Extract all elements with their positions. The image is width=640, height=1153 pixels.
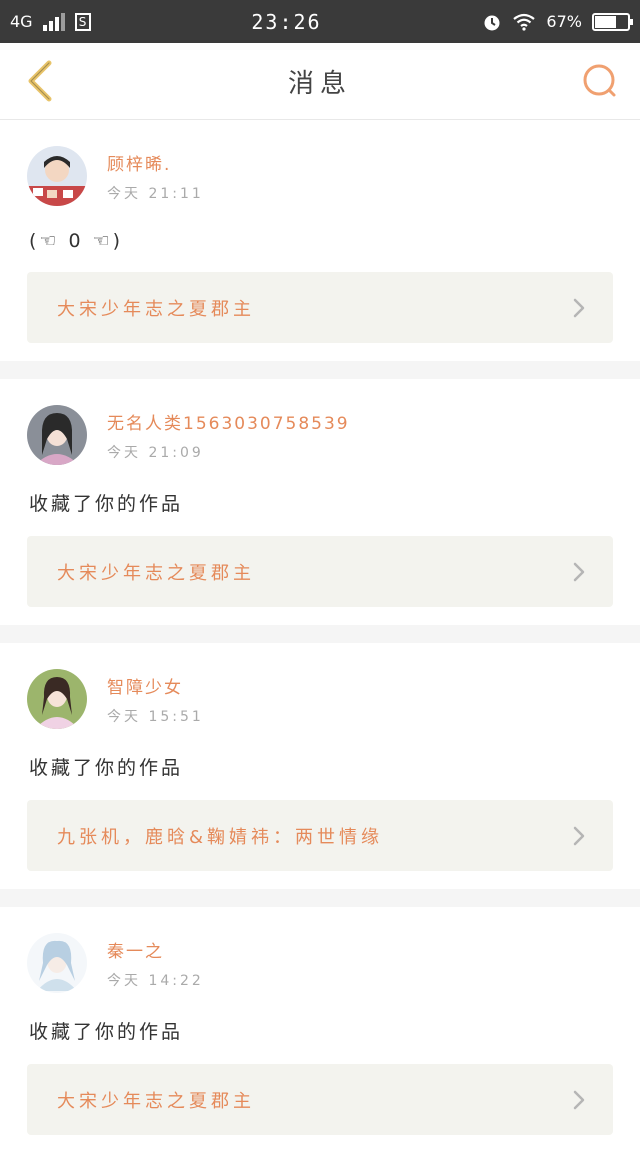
message-card: 顾梓晞. 今天 21:11 (☜ 0 ☜) 大宋少年志之夏郡主	[0, 120, 640, 361]
message-card: 智障少女 今天 15:51 收藏了你的作品 九张机，鹿晗&鞠婧祎：两世情缘	[0, 643, 640, 889]
chevron-left-icon	[28, 60, 52, 102]
avatar-photo-icon	[27, 405, 87, 465]
username[interactable]: 无名人类15630307585​39	[107, 409, 350, 434]
work-title: 大宋少年志之夏郡主	[57, 298, 255, 320]
message-feed: 顾梓晞. 今天 21:11 (☜ 0 ☜) 大宋少年志之夏郡主 无名人类1563…	[0, 120, 640, 1153]
work-link[interactable]: 九张机，鹿晗&鞠婧祎：两世情缘	[27, 800, 613, 871]
avatar[interactable]	[27, 405, 87, 465]
work-title: 大宋少年志之夏郡主	[57, 1090, 255, 1112]
status-right: 67%	[482, 12, 633, 32]
battery-percent: 67%	[546, 12, 582, 31]
card-header: 秦一之 今天 14:22	[27, 933, 613, 993]
work-title: 九张机，鹿晗&鞠婧祎：两世情缘	[57, 826, 384, 848]
username[interactable]: 秦一之	[107, 937, 204, 962]
wifi-icon	[513, 13, 536, 31]
work-link[interactable]: 大宋少年志之夏郡主	[27, 272, 613, 343]
chevron-right-icon	[573, 562, 585, 581]
message-text: (☜ 0 ☜)	[29, 230, 124, 252]
work-link[interactable]: 大宋少年志之夏郡主	[27, 1064, 613, 1135]
username[interactable]: 智障少女	[107, 673, 204, 698]
sim-icon: S	[74, 12, 91, 31]
card-header: 智障少女 今天 15:51	[27, 669, 613, 729]
timestamp: 今天 14:22	[107, 972, 204, 989]
avatar[interactable]	[27, 933, 87, 993]
message-card: 秦一之 今天 14:22 收藏了你的作品 大宋少年志之夏郡主	[0, 907, 640, 1153]
chevron-right-icon	[573, 1090, 585, 1109]
back-button[interactable]	[18, 59, 62, 103]
username[interactable]: 顾梓晞.	[107, 150, 204, 175]
avatar[interactable]	[27, 146, 87, 206]
clock: 23:26	[251, 9, 322, 34]
user-meta: 顾梓晞. 今天 21:11	[107, 150, 204, 203]
chevron-right-icon	[573, 826, 585, 845]
page-title: 消息	[287, 68, 352, 99]
timestamp: 今天 21:09	[107, 444, 204, 461]
avatar-photo-icon	[27, 933, 87, 993]
app-header: 消息	[0, 43, 640, 120]
signal-icon	[42, 12, 65, 31]
status-left: 4G S	[10, 12, 91, 31]
battery-icon	[591, 12, 633, 31]
status-bar: 4G S 23:26 67%	[0, 0, 640, 43]
card-header: 无名人类15630307585​39 今天 21:09	[27, 405, 613, 465]
timestamp: 今天 15:51	[107, 708, 204, 725]
chevron-right-icon	[573, 298, 585, 317]
message-card: 无名人类15630307585​39 今天 21:09 收藏了你的作品 大宋少年…	[0, 379, 640, 625]
work-title: 大宋少年志之夏郡主	[57, 562, 255, 584]
alarm-icon	[484, 15, 500, 30]
user-meta: 智障少女 今天 15:51	[107, 673, 204, 726]
work-link[interactable]: 大宋少年志之夏郡主	[27, 536, 613, 607]
avatar[interactable]	[27, 669, 87, 729]
timestamp: 今天 21:11	[107, 185, 204, 202]
card-header: 顾梓晞. 今天 21:11	[27, 146, 613, 206]
avatar-photo-icon	[27, 146, 87, 206]
user-meta: 无名人类15630307585​39 今天 21:09	[107, 409, 350, 462]
message-text: 收藏了你的作品	[29, 1021, 184, 1043]
battery-fill	[594, 15, 617, 28]
message-text: 收藏了你的作品	[29, 757, 184, 779]
network-label: 4G	[10, 12, 33, 31]
message-text: 收藏了你的作品	[29, 493, 184, 515]
search-icon	[583, 64, 616, 97]
avatar-photo-icon	[27, 669, 87, 729]
search-button[interactable]	[578, 59, 622, 103]
user-meta: 秦一之 今天 14:22	[107, 937, 204, 990]
